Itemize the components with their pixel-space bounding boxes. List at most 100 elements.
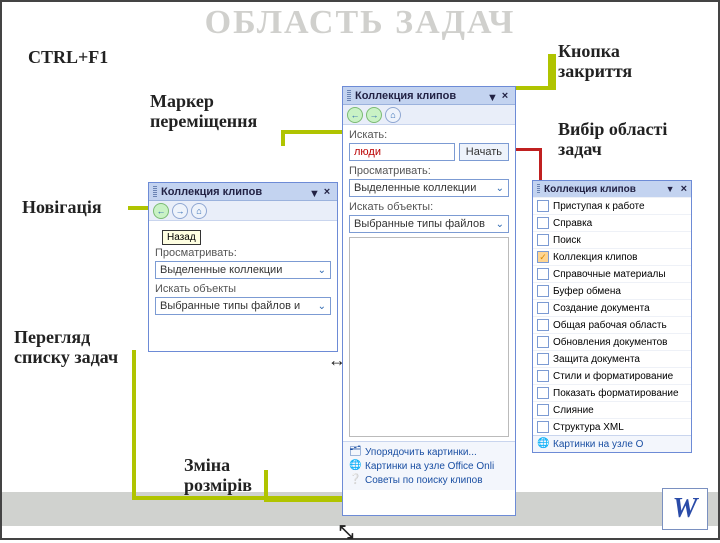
chevron-down-icon: ⌄ xyxy=(496,183,504,194)
anno-navigation: Новігація xyxy=(22,198,102,218)
home-icon[interactable]: ⌂ xyxy=(385,107,401,123)
menu-item-label: Коллекция клипов xyxy=(553,252,637,263)
move-grip-icon[interactable] xyxy=(537,184,540,194)
menu-item[interactable]: Показать форматирование xyxy=(533,384,691,401)
chevron-down-icon[interactable]: ▼ xyxy=(487,92,495,100)
label-lookin: Просматривать: xyxy=(155,247,331,259)
pane-title: Коллекция клипов xyxy=(161,186,305,198)
lookin-select[interactable]: Выделенные коллекции ⌄ xyxy=(349,179,509,197)
menu-item[interactable]: Общая рабочая область xyxy=(533,316,691,333)
menu-item[interactable]: Структура XML xyxy=(533,418,691,435)
menu-item[interactable]: Буфер обмена xyxy=(533,282,691,299)
close-icon[interactable]: × xyxy=(321,186,333,198)
lookin-select[interactable]: Выделенные коллекции ⌄ xyxy=(155,261,331,279)
checkbox-icon xyxy=(537,319,549,331)
titlebar[interactable]: Коллекция клипов ▼ × xyxy=(343,87,515,105)
close-icon[interactable]: × xyxy=(499,90,511,102)
checkbox-icon xyxy=(537,336,549,348)
results-area xyxy=(349,237,509,437)
taskpane-chooser-menu: Коллекция клипов ▼ × Приступая к работе С… xyxy=(532,180,692,453)
checkbox-icon xyxy=(537,387,549,399)
menu-item-label: Показать форматирование xyxy=(553,388,679,399)
chevron-down-icon[interactable]: ▼ xyxy=(666,184,675,194)
titlebar[interactable]: Коллекция клипов ▼ × xyxy=(149,183,337,201)
anno-resize: Зміна розмірів xyxy=(184,456,252,496)
anno-close: Кнопка закриття xyxy=(558,42,632,82)
checkbox-icon xyxy=(537,285,549,297)
taskpane-middle: Коллекция клипов ▼ × ← → ⌂ Искать: люди … xyxy=(342,86,516,516)
anno-tasklist: Перегляд списку задач xyxy=(14,328,118,368)
anno-ctrl: CTRL+F1 xyxy=(28,48,108,68)
label-searchobj: Искать объекты xyxy=(155,283,331,295)
checkbox-icon xyxy=(537,370,549,382)
home-icon[interactable]: ⌂ xyxy=(191,203,207,219)
tooltip-back: Назад xyxy=(162,230,201,245)
link-tips[interactable]: ❔Советы по поиску клипов xyxy=(349,473,509,487)
menu-item-label: Приступая к работе xyxy=(553,201,645,212)
close-icon[interactable]: × xyxy=(681,183,687,195)
move-grip-icon[interactable] xyxy=(347,90,351,102)
anno-choose: Вибір області задач xyxy=(558,120,667,160)
link-organize[interactable]: 🗂Упорядочить картинки... xyxy=(349,445,509,459)
menu-item[interactable]: Справка xyxy=(533,214,691,231)
globe-icon: 🌐 xyxy=(349,460,361,472)
page-title: ОБЛАСТЬ ЗАДАЧ xyxy=(2,4,718,42)
menu-item[interactable]: Создание документа xyxy=(533,299,691,316)
checkbox-icon xyxy=(537,302,549,314)
checkbox-icon xyxy=(537,234,549,246)
searchobj-select[interactable]: Выбранные типы файлов ⌄ xyxy=(349,215,509,233)
nav-bar: ← → ⌂ xyxy=(149,201,337,221)
menu-footer-link[interactable]: 🌐 Картинки на узле O xyxy=(533,435,691,452)
checkbox-icon xyxy=(537,421,549,433)
searchobj-select[interactable]: Выбранные типы файлов и ⌄ xyxy=(155,297,331,315)
back-icon[interactable]: ← xyxy=(347,107,363,123)
forward-icon[interactable]: → xyxy=(366,107,382,123)
globe-icon: 🌐 xyxy=(537,438,549,450)
menu-item[interactable]: ✓Коллекция клипов xyxy=(533,248,691,265)
menu-title: Коллекция клипов xyxy=(544,184,662,195)
chevron-down-icon: ⌄ xyxy=(318,301,326,312)
checkbox-icon xyxy=(537,268,549,280)
checkbox-icon xyxy=(537,404,549,416)
word-app-icon xyxy=(662,488,708,530)
go-button[interactable]: Начать xyxy=(459,143,509,161)
pane-title: Коллекция клипов xyxy=(355,90,483,102)
lookin-value: Выделенные коллекции xyxy=(354,182,476,194)
menu-item-label: Поиск xyxy=(553,235,581,246)
taskpane-left: Коллекция клипов ▼ × ← → ⌂ Просматривать… xyxy=(148,182,338,352)
resize-arrow-left: ↔ xyxy=(328,350,346,371)
searchobj-value: Выбранные типы файлов xyxy=(354,218,485,230)
chevron-down-icon[interactable]: ▼ xyxy=(309,188,317,196)
label-search: Искать: xyxy=(349,129,509,141)
lookin-value: Выделенные коллекции xyxy=(160,264,282,276)
label-searchobj: Искать объекты: xyxy=(349,201,509,213)
menu-item[interactable]: Слияние xyxy=(533,401,691,418)
menu-item-label: Стили и форматирование xyxy=(553,371,673,382)
checkbox-icon xyxy=(537,353,549,365)
nav-bar: ← → ⌂ xyxy=(343,105,515,125)
menu-item[interactable]: Защита документа xyxy=(533,350,691,367)
search-input[interactable]: люди xyxy=(349,143,455,161)
chevron-down-icon: ⌄ xyxy=(496,219,504,230)
searchobj-value: Выбранные типы файлов и xyxy=(160,300,300,312)
menu-item-label: Обновления документов xyxy=(553,337,667,348)
menu-item-label: Справка xyxy=(553,218,592,229)
menu-item-label: Структура XML xyxy=(553,422,624,433)
menu-item[interactable]: Обновления документов xyxy=(533,333,691,350)
connector xyxy=(264,498,346,502)
menu-item[interactable]: Стили и форматирование xyxy=(533,367,691,384)
help-icon: ❔ xyxy=(349,474,361,486)
move-grip-icon[interactable] xyxy=(153,186,157,198)
menu-item[interactable]: Приступая к работе xyxy=(533,197,691,214)
organizer-icon: 🗂 xyxy=(349,446,361,458)
link-list: 🗂Упорядочить картинки... 🌐Картинки на уз… xyxy=(343,441,515,490)
menu-item[interactable]: Поиск xyxy=(533,231,691,248)
titlebar[interactable]: Коллекция клипов ▼ × xyxy=(533,181,691,197)
menu-item[interactable]: Справочные материалы xyxy=(533,265,691,282)
forward-icon[interactable]: → xyxy=(172,203,188,219)
back-icon[interactable]: ← xyxy=(153,203,169,219)
menu-item-label: Общая рабочая область xyxy=(553,320,667,331)
menu-item-label: Слияние xyxy=(553,405,594,416)
link-office-online[interactable]: 🌐Картинки на узле Office Onli xyxy=(349,459,509,473)
menu-item-label: Создание документа xyxy=(553,303,650,314)
